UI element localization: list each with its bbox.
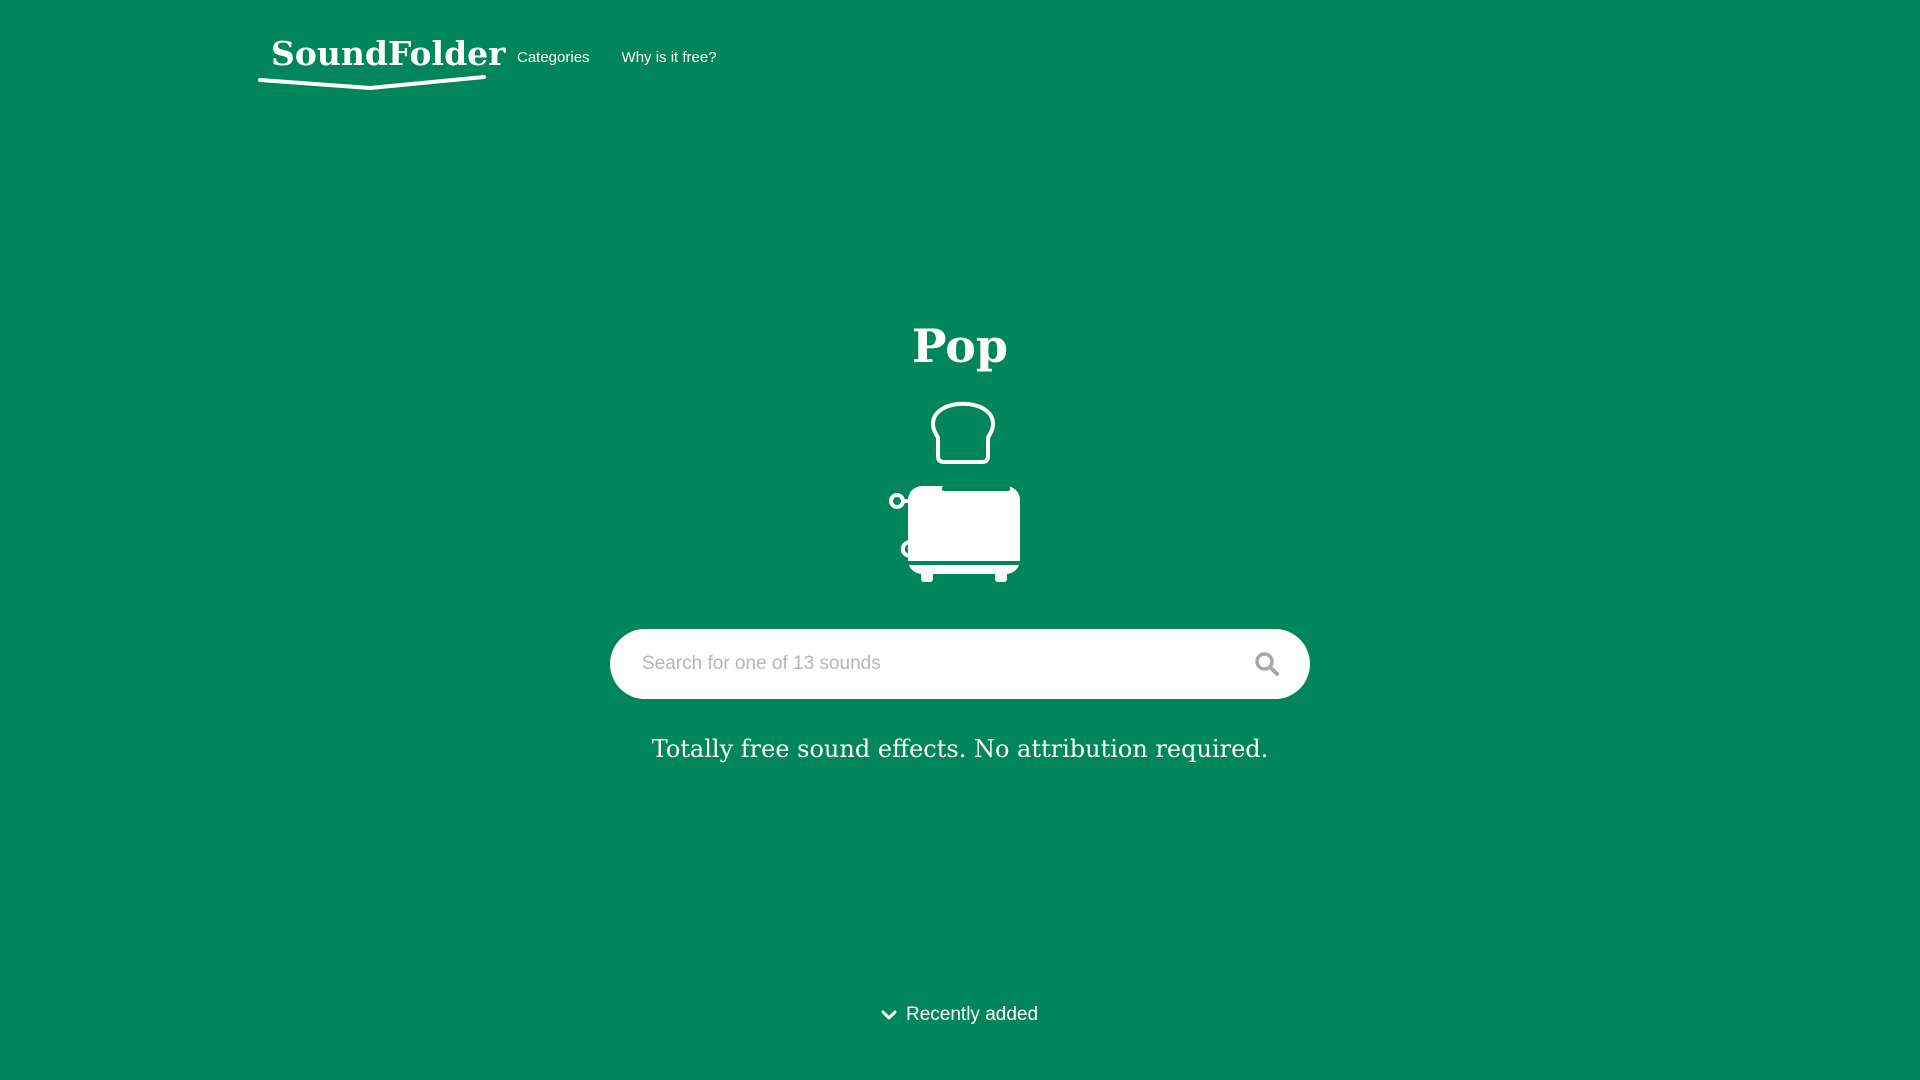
search-bar [610, 629, 1310, 699]
site-logo[interactable]: SoundFolder [258, 30, 506, 92]
main-nav: Categories Why is it free? [517, 48, 717, 68]
chevron-down-icon [881, 1010, 897, 1020]
search-input[interactable] [642, 629, 1202, 699]
tagline: Totally free sound effects. No attributi… [651, 735, 1269, 763]
recently-added-label: Recently added [906, 1004, 1039, 1025]
toaster-with-bread-icon [889, 401, 1020, 582]
nav-link-categories[interactable]: Categories [517, 48, 590, 68]
recently-added-toggle[interactable]: Recently added [880, 1003, 1038, 1027]
site-header: SoundFolder Categories Why is it free? [0, 0, 1920, 120]
page-title: Pop [911, 319, 1009, 373]
logo-underline [258, 75, 486, 90]
search-icon[interactable] [1254, 651, 1280, 677]
logo-text: SoundFolder [271, 34, 506, 73]
nav-link-why-free[interactable]: Why is it free? [622, 48, 717, 68]
